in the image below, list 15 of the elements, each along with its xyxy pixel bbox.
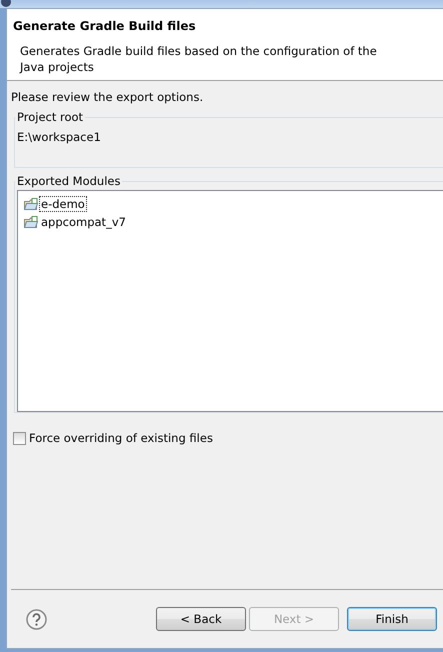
- module-item[interactable]: appcompat_v7: [39, 214, 128, 230]
- checkbox-label: Force overriding of existing files: [29, 431, 213, 445]
- wizard-button[interactable]: Finish: [347, 607, 437, 631]
- instruction-text: Please review the export options.: [11, 90, 204, 104]
- wizard-button[interactable]: < Back: [156, 607, 246, 631]
- group-label: Exported Modules: [16, 174, 122, 188]
- wizard-title: Generate Gradle Build files: [13, 19, 196, 33]
- wizard-description: Generates Gradle build files based on the configuration of the Java projects: [20, 43, 378, 75]
- project-folder-icon: [24, 198, 38, 210]
- checkbox[interactable]: [13, 432, 26, 444]
- module-item[interactable]: e-demo: [39, 196, 87, 212]
- group-label: Project root: [16, 110, 84, 124]
- help-icon[interactable]: [26, 608, 47, 630]
- project-root-path: E:\workspace1: [17, 130, 101, 144]
- project-folder-icon: [24, 216, 38, 228]
